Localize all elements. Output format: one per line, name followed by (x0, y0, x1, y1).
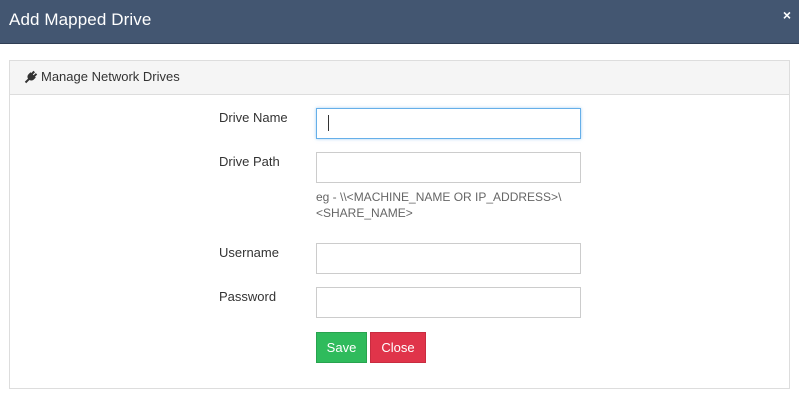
text-caret (328, 115, 329, 131)
dialog-title: Add Mapped Drive (9, 10, 152, 29)
drive-path-input[interactable] (316, 152, 581, 183)
drive-name-label: Drive Name (219, 110, 288, 125)
close-button[interactable]: Close (370, 332, 426, 363)
username-label: Username (219, 245, 279, 260)
drive-name-input[interactable] (316, 108, 581, 139)
close-icon[interactable]: × (783, 7, 791, 23)
password-input[interactable] (316, 287, 581, 318)
panel-heading-text: Manage Network Drives (41, 69, 180, 84)
password-label: Password (219, 289, 277, 304)
username-input[interactable] (316, 243, 581, 274)
plug-icon (24, 70, 38, 84)
drive-path-hint: eg - \\<MACHINE_NAME OR IP_ADDRESS>\<SHA… (316, 190, 562, 220)
drive-path-label: Drive Path (219, 154, 280, 169)
dialog-titlebar: Add Mapped Drive × (0, 0, 799, 44)
save-button[interactable]: Save (316, 332, 367, 363)
panel-heading: Manage Network Drives (10, 61, 789, 95)
